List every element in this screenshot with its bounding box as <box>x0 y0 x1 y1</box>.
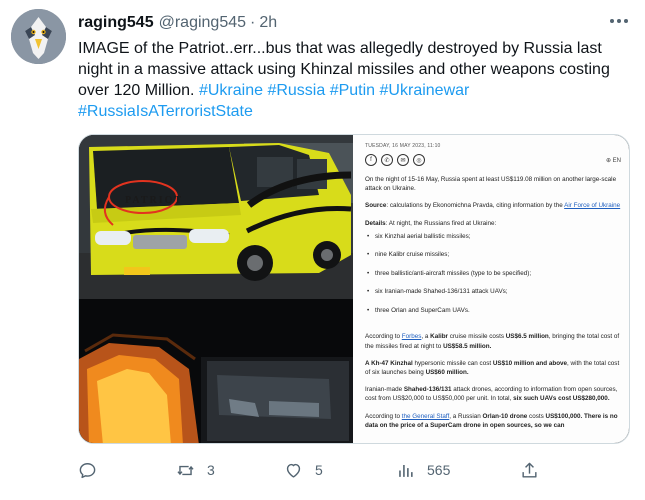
media-left-image[interactable]: PATRIOT <box>79 135 353 443</box>
text-fragment: six such UAVs cost US$280,000. <box>513 395 610 403</box>
like-count: 5 <box>315 462 323 478</box>
details-text: : At night, the Russians fired at Ukrain… <box>385 219 497 227</box>
timestamp[interactable]: 2h <box>259 14 277 32</box>
retweet-icon <box>177 465 194 475</box>
article-paragraph-shahed: Iranian-made Shahed-136/131 attack drone… <box>365 385 621 403</box>
text-fragment: Kalibr <box>430 333 448 341</box>
tweet-actions: 3 5 565 <box>78 457 630 483</box>
article-paragraph-details: Details: At night, the Russians fired at… <box>365 219 621 228</box>
text-fragment: US$10 million and above <box>492 359 568 367</box>
reply-button[interactable] <box>78 457 109 483</box>
bus-photo: PATRIOT <box>79 135 353 299</box>
source-label: Source <box>365 202 387 210</box>
forbes-link: Forbes <box>401 333 422 341</box>
tweet-media[interactable]: PATRIOT TUESDAY, 16 MAY 2023, 11:10 f ✆ … <box>78 134 630 444</box>
user-handle[interactable]: @raging545 <box>159 14 246 32</box>
general-staff-link: the General Staff <box>401 412 450 420</box>
bus-label-text: PATRIOT <box>125 195 184 206</box>
text-fragment: Iranian-made <box>365 386 404 394</box>
list-item: six Kinzhal aerial ballistic missiles; <box>365 232 621 251</box>
retweet-count: 3 <box>207 462 215 478</box>
text-fragment: costs <box>527 412 546 420</box>
facebook-icon: f <box>365 154 377 166</box>
list-item: three Orlan and SuperCam UAVs. <box>365 306 621 325</box>
article-paragraph-intro: On the night of 15-16 May, Russia spent … <box>365 176 617 193</box>
article-paragraph-forbes: According to Forbes, a Kalibr cruise mis… <box>365 332 621 350</box>
article-weapons-list: six Kinzhal aerial ballistic missiles; n… <box>365 232 621 325</box>
display-name[interactable]: raging545 <box>78 14 154 32</box>
camera-icon: ◎ <box>413 154 425 166</box>
tweet-text: IMAGE of the Patriot..err...bus that was… <box>78 38 626 122</box>
article-paragraph-general-staff: According to the General Staff, a Russia… <box>365 412 621 430</box>
reply-icon <box>79 462 96 478</box>
details-label: Details <box>365 219 386 227</box>
fire-photo <box>79 299 353 443</box>
separator-dot: · <box>250 14 256 31</box>
text-fragment: cruise missile costs <box>448 333 506 341</box>
article-paragraph-kinzhal: A Kh-47 Kinzhal hypersonic missile can c… <box>365 359 621 377</box>
text-fragment: Shahed-136/131 <box>403 386 452 394</box>
hashtag-ukrainewar[interactable]: #Ukrainewar <box>380 82 470 99</box>
text-fragment: A Kh-47 Kinzhal <box>365 359 413 367</box>
more-icon[interactable] <box>610 14 630 28</box>
text-fragment: Orlan-10 drone <box>482 412 528 420</box>
list-item: nine Kalibr cruise missiles; <box>365 250 621 269</box>
source-link: Air Force of Ukraine <box>564 202 621 210</box>
text-fragment: According to <box>365 412 402 420</box>
hashtag-putin[interactable]: #Putin <box>330 82 375 99</box>
text-fragment: US$60 million. <box>425 368 469 376</box>
list-item: six Iranian-made Shahed-136/131 attack U… <box>365 287 621 306</box>
share-icon <box>522 462 537 478</box>
like-button[interactable]: 5 <box>284 457 323 483</box>
article-date: TUESDAY, 16 MAY 2023, 11:10 <box>365 143 441 149</box>
retweet-button[interactable]: 3 <box>176 457 215 483</box>
text-fragment: hypersonic missile can cost <box>412 359 493 367</box>
text-fragment: According to <box>365 333 402 341</box>
text-fragment: US$100,000. <box>545 412 583 420</box>
text-fragment: US$58.5 million. <box>443 342 492 350</box>
hashtag-ukraine[interactable]: #Ukraine <box>199 82 263 99</box>
views-count: 565 <box>427 462 451 478</box>
article-language: ⊕ EN <box>605 157 621 164</box>
views-button[interactable]: 565 <box>396 457 450 483</box>
text-fragment: , a Russian <box>449 412 483 420</box>
hashtag-russia[interactable]: #Russia <box>267 82 325 99</box>
text-fragment: US$6.5 million <box>505 333 549 341</box>
tweet-header: raging545 @raging545 · 2h <box>78 12 618 34</box>
list-item: three ballistic/anti-aircraft missiles (… <box>365 269 621 288</box>
mail-icon: ✉ <box>397 154 409 166</box>
text-fragment: , a <box>421 333 431 341</box>
views-icon <box>399 464 413 477</box>
hashtag-russiaisaterroriststate[interactable]: #RussiaIsATerroristState <box>78 103 253 120</box>
source-text: : calculations by Ekonomichna Pravda, ci… <box>386 202 565 210</box>
phone-icon: ✆ <box>381 154 393 166</box>
article-share-row: f ✆ ✉ ◎ ⊕ EN <box>365 153 621 167</box>
heart-icon <box>286 463 301 478</box>
media-article-image[interactable]: TUESDAY, 16 MAY 2023, 11:10 f ✆ ✉ ◎ ⊕ EN… <box>353 135 629 443</box>
avatar[interactable] <box>11 9 66 64</box>
share-button[interactable] <box>520 457 539 483</box>
article-paragraph-source: Source: calculations by Ekonomichna Prav… <box>365 201 621 210</box>
eagle-avatar-image <box>11 9 66 64</box>
